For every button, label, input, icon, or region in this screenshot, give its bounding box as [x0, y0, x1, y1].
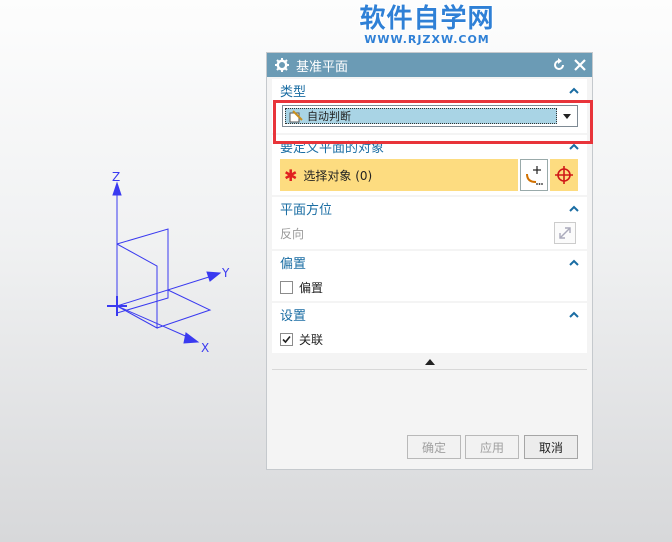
dropdown-arrow-icon[interactable] — [557, 113, 577, 119]
x-axis-label: X — [201, 341, 209, 355]
yz-plane — [116, 228, 169, 314]
collapse-dialog-toggle[interactable] — [272, 355, 587, 370]
add-object-button[interactable] — [520, 159, 548, 191]
datum-plane-dialog: 基准平面 类型 自动判断 要定义平面的对象 ✱ 选择对象 (0) 平面方位 反向… — [266, 52, 593, 470]
triangle-up-icon — [424, 359, 435, 365]
object-section-label: 要定义平面的对象 — [280, 140, 385, 156]
checkmark-icon — [282, 335, 291, 343]
object-section: 要定义平面的对象 ✱ 选择对象 (0) — [272, 135, 587, 195]
offset-checkbox-label: 偏置 — [299, 280, 324, 295]
y-axis-label: Y — [221, 266, 230, 280]
dialog-title: 基准平面 — [296, 59, 349, 75]
settings-section-header[interactable]: 设置 — [272, 303, 587, 325]
datum-csys-graphic[interactable]: Z Y X — [0, 0, 265, 542]
type-selected-value: 自动判断 — [307, 110, 351, 123]
offset-section: 偏置 偏置 — [272, 251, 587, 301]
y-axis-arrow — [206, 271, 222, 282]
select-object-label: 选择对象 (0) — [303, 168, 373, 183]
reverse-direction-button[interactable] — [554, 222, 576, 244]
xz-plane — [116, 243, 158, 329]
offset-checkbox[interactable] — [280, 280, 293, 294]
x-axis-line — [116, 305, 191, 339]
gear-icon — [274, 57, 290, 73]
offset-section-label: 偏置 — [280, 256, 307, 272]
type-dropdown[interactable]: 自动判断 — [282, 105, 578, 127]
reverse-arrows-icon — [559, 227, 571, 239]
watermark-url: WWW.RJZXW.COM — [364, 33, 490, 46]
associative-checkbox-label: 关联 — [299, 332, 324, 347]
reverse-label: 反向 — [280, 227, 305, 241]
orientation-section-header[interactable]: 平面方位 — [272, 197, 587, 219]
close-icon[interactable] — [571, 56, 589, 74]
crosshair-icon — [555, 166, 573, 184]
z-axis-label: Z — [112, 170, 120, 184]
type-section: 类型 自动判断 — [272, 79, 587, 133]
apply-button[interactable]: 应用 — [465, 435, 519, 459]
add-curve-icon — [526, 166, 543, 185]
xy-plane — [156, 289, 212, 329]
z-axis-arrow — [112, 181, 122, 196]
watermark-title: 软件自学网 — [359, 4, 495, 34]
ok-button[interactable]: 确定 — [407, 435, 461, 459]
watermark: 软件自学网 WWW.RJZXW.COM — [352, 4, 502, 46]
orientation-section-label: 平面方位 — [280, 202, 333, 218]
type-section-header[interactable]: 类型 — [272, 79, 587, 101]
object-section-header[interactable]: 要定义平面的对象 — [272, 135, 587, 157]
chevron-up-icon[interactable] — [567, 307, 581, 321]
chevron-up-icon[interactable] — [567, 255, 581, 269]
settings-section: 设置 关联 — [272, 303, 587, 353]
dialog-button-row: 确定 应用 取消 — [267, 435, 592, 461]
offset-section-header[interactable]: 偏置 — [272, 251, 587, 273]
cancel-button[interactable]: 取消 — [524, 435, 578, 459]
reset-icon[interactable] — [550, 56, 568, 74]
type-section-label: 类型 — [280, 84, 307, 100]
select-object-field[interactable]: ✱ 选择对象 (0) — [280, 159, 518, 191]
chevron-up-icon[interactable] — [567, 201, 581, 215]
chevron-up-icon[interactable] — [567, 83, 581, 97]
point-dialog-button[interactable] — [550, 159, 578, 191]
inferred-plane-icon — [289, 109, 303, 123]
required-asterisk-icon: ✱ — [284, 165, 298, 185]
y-axis-line — [116, 275, 213, 307]
chevron-up-icon[interactable] — [567, 139, 581, 153]
dialog-titlebar: 基准平面 — [267, 53, 592, 77]
x-axis-arrow — [183, 332, 200, 344]
associative-checkbox[interactable] — [280, 332, 293, 346]
settings-section-label: 设置 — [280, 308, 307, 324]
orientation-section: 平面方位 反向 — [272, 197, 587, 249]
